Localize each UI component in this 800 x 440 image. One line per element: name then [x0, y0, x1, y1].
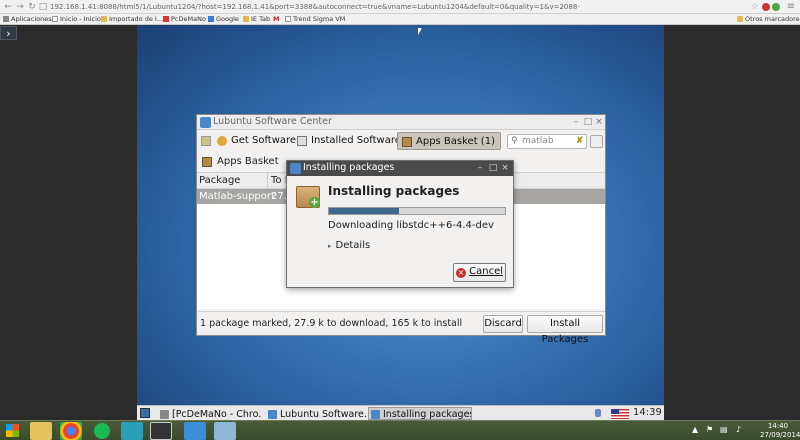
- page-icon: [52, 16, 58, 22]
- network-icon[interactable]: ▤: [720, 425, 728, 435]
- expander-arrow-icon: ▸: [328, 242, 332, 250]
- package-box-icon: +: [296, 186, 320, 208]
- maximize-icon[interactable]: □: [488, 162, 498, 174]
- other-bookmarks[interactable]: Otros marcadores: [737, 14, 800, 25]
- folder-icon: [737, 16, 743, 22]
- pcdemano-icon: [163, 16, 169, 22]
- expand-panel-icon[interactable]: ›: [0, 26, 17, 40]
- network-icon[interactable]: [595, 409, 601, 417]
- windows-start-icon[interactable]: [6, 424, 19, 437]
- status-text: 1 package marked, 27.9 k to download, 16…: [200, 318, 463, 329]
- lubuntu-panel: [PcDeMaNo - Chro... Lubuntu Software... …: [137, 405, 664, 420]
- software-center-icon: [290, 163, 301, 174]
- page-icon: [285, 16, 291, 22]
- package-name: Matlab-support: [199, 191, 275, 202]
- bookmark-item[interactable]: M: [273, 14, 279, 25]
- bookmark-item[interactable]: IE Tab: [243, 14, 270, 25]
- spotify-icon[interactable]: [91, 422, 113, 440]
- q-app-icon[interactable]: [121, 422, 143, 440]
- maximize-icon[interactable]: □: [583, 116, 593, 128]
- address-bar[interactable]: 192.168.1.41:8088/html5/1/Lubuntu1204/?h…: [50, 1, 748, 13]
- folder-icon: [101, 16, 107, 22]
- remote-app-icon[interactable]: [184, 422, 206, 440]
- mouse-cursor-icon: [418, 28, 422, 35]
- details-expander[interactable]: ▸ Details: [328, 240, 370, 251]
- system-clock[interactable]: 14:40 27/09/2014: [760, 422, 800, 440]
- apps-grid-icon: [3, 16, 9, 22]
- window-icon: [160, 410, 169, 419]
- progress-fill: [329, 208, 400, 214]
- bookmark-item[interactable]: PcDeMaNo: [163, 14, 206, 25]
- minimize-icon[interactable]: –: [475, 162, 485, 174]
- basket-icon: [202, 157, 212, 167]
- camera-icon[interactable]: [150, 422, 172, 440]
- home-icon: [201, 136, 211, 146]
- window-titlebar[interactable]: Lubuntu Software Center – □ ×: [197, 115, 605, 130]
- monitor-icon: [297, 136, 307, 146]
- keyboard-icon[interactable]: [590, 135, 603, 148]
- bookmarks-bar: Aplicaciones Inicio - Inicio Importado d…: [0, 14, 800, 25]
- tab-get-software[interactable]: Get Software: [213, 132, 301, 150]
- search-icon: ⚲: [511, 136, 518, 146]
- extension-icon[interactable]: [762, 3, 770, 11]
- taskbar-item-chrome[interactable]: [PcDeMaNo - Chro...: [157, 407, 263, 420]
- software-center-icon: [200, 117, 211, 128]
- bookmark-item[interactable]: Aplicaciones: [3, 14, 52, 25]
- back-icon[interactable]: ←: [3, 2, 13, 12]
- terminal-app-icon[interactable]: [214, 422, 236, 440]
- explorer-icon[interactable]: [30, 422, 52, 440]
- extension-icon[interactable]: [772, 3, 780, 11]
- search-input[interactable]: ⚲ matlab ✘: [507, 134, 587, 149]
- tab-installed-software[interactable]: Installed Software: [293, 132, 406, 150]
- google-icon: [208, 16, 214, 22]
- browser-toolbar: ← → ↻ □ 192.168.1.41:8088/html5/1/Lubunt…: [0, 0, 800, 14]
- bookmark-item[interactable]: Inicio - Inicio: [52, 14, 101, 25]
- keyboard-layout-flag-icon[interactable]: [611, 409, 629, 419]
- tray-up-arrow-icon[interactable]: ▲: [692, 425, 698, 435]
- section-title: Apps Basket: [217, 156, 279, 167]
- panel-clock: 14:39: [633, 407, 662, 418]
- close-icon[interactable]: ×: [500, 162, 510, 174]
- forward-icon[interactable]: →: [15, 2, 25, 12]
- column-header-package[interactable]: Package: [199, 175, 240, 186]
- bookmark-item[interactable]: Importado de I...: [101, 14, 163, 25]
- discard-button[interactable]: Discard: [483, 315, 523, 333]
- software-center-icon: [268, 410, 277, 419]
- volume-icon[interactable]: ♪: [736, 425, 741, 435]
- column-divider[interactable]: [267, 173, 268, 188]
- progress-message: Downloading libstdc++6-4.4-dev: [328, 220, 494, 231]
- installing-packages-dialog: Installing packages – □ × + Installing p…: [286, 160, 514, 288]
- status-bar: 1 package marked, 27.9 k to download, 16…: [197, 311, 605, 345]
- folder-icon: [243, 16, 249, 22]
- install-packages-button[interactable]: Install Packages: [527, 315, 603, 345]
- bookmark-star-icon[interactable]: ☆: [750, 2, 760, 12]
- dialog-title: Installing packages: [303, 162, 395, 173]
- gmail-icon: M: [273, 15, 280, 23]
- page-info-icon[interactable]: □: [38, 2, 48, 12]
- dialog-heading: Installing packages: [328, 184, 460, 198]
- bookmark-item[interactable]: Trend Sigma VM: [285, 14, 345, 25]
- chrome-icon[interactable]: [60, 422, 82, 440]
- clear-search-icon[interactable]: ✘: [576, 135, 584, 148]
- show-desktop-icon[interactable]: [140, 408, 150, 418]
- tab-apps-basket[interactable]: Apps Basket (1): [397, 132, 501, 150]
- minimize-icon[interactable]: –: [571, 116, 581, 128]
- reload-icon[interactable]: ↻: [27, 2, 37, 12]
- software-center-icon: [371, 410, 380, 419]
- dialog-titlebar[interactable]: Installing packages – □ ×: [287, 161, 513, 176]
- windows-taskbar: ▲ ⚑ ▤ ♪ 14:40 27/09/2014: [0, 420, 800, 440]
- basket-icon: [402, 137, 412, 147]
- window-title: Lubuntu Software Center: [213, 116, 332, 127]
- bookmark-item[interactable]: Google: [208, 14, 239, 25]
- cancel-icon: ×: [455, 268, 466, 278]
- flag-icon[interactable]: ⚑: [706, 425, 713, 435]
- taskbar-item-installing[interactable]: Installing packages: [368, 407, 472, 420]
- close-icon[interactable]: ×: [594, 116, 604, 128]
- menu-icon[interactable]: ≡: [786, 2, 796, 12]
- taskbar-item-software-center[interactable]: Lubuntu Software...: [265, 407, 367, 420]
- cancel-button[interactable]: × Cancel: [453, 263, 506, 282]
- download-icon: [217, 136, 227, 146]
- install-progress-bar: [328, 207, 506, 215]
